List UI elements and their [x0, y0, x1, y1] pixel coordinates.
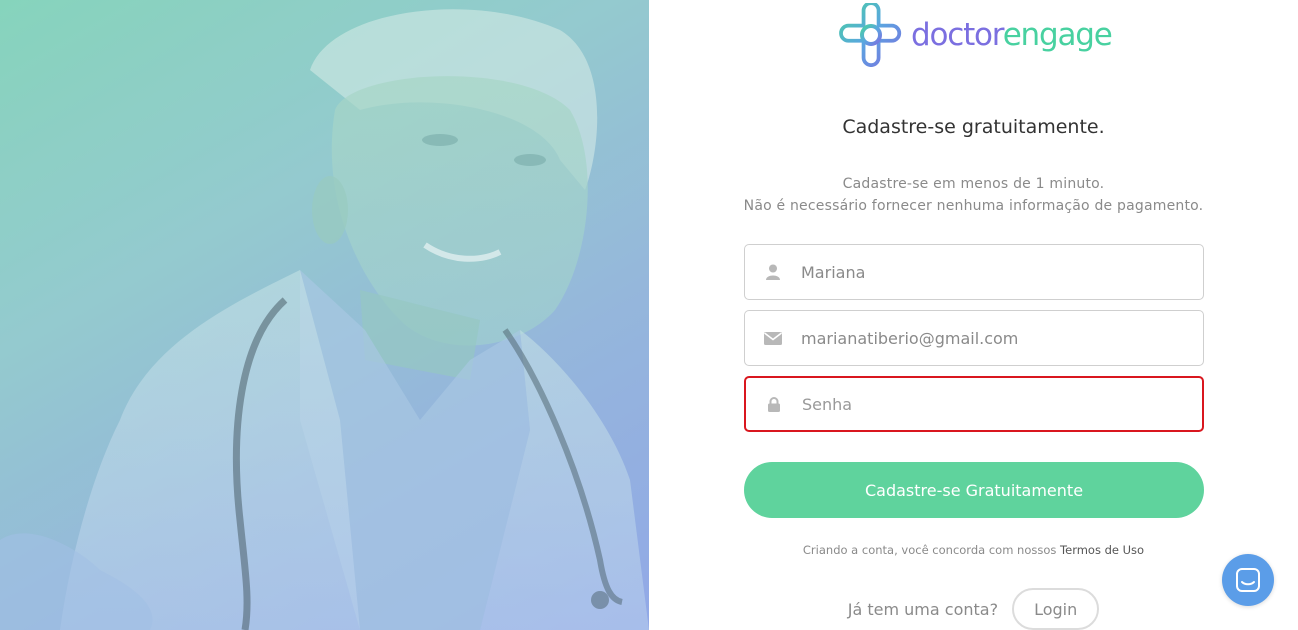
- hero-panel: [0, 0, 649, 630]
- subtitle-line-2: Não é necessário fornecer nenhuma inform…: [743, 198, 1204, 214]
- terms-notice: Criando a conta, você concorda com nosso…: [649, 543, 1298, 557]
- signup-form-panel: doctorengage Cadastre-se gratuitamente. …: [649, 0, 1298, 630]
- page-title: Cadastre-se gratuitamente.: [842, 116, 1105, 138]
- chat-icon: [1236, 568, 1260, 592]
- email-field[interactable]: [744, 310, 1204, 366]
- lock-icon: [746, 396, 802, 412]
- login-row: Já tem uma conta? Login: [649, 588, 1298, 630]
- brand-wordmark: doctorengage: [911, 16, 1113, 53]
- name-input[interactable]: [801, 262, 1181, 282]
- brand-name-part2: engage: [1002, 16, 1113, 53]
- terms-link[interactable]: Termos de Uso: [1060, 543, 1144, 557]
- user-icon: [745, 264, 801, 280]
- signup-page: doctorengage Cadastre-se gratuitamente. …: [0, 0, 1298, 630]
- password-field[interactable]: [744, 376, 1204, 432]
- signup-submit-button[interactable]: Cadastre-se Gratuitamente: [744, 462, 1204, 518]
- subtitle-line-1: Cadastre-se em menos de 1 minuto.: [842, 176, 1105, 192]
- password-input[interactable]: [802, 394, 1182, 414]
- chat-launcher-button[interactable]: [1222, 554, 1274, 606]
- name-field[interactable]: [744, 244, 1204, 300]
- doctor-photo: [0, 0, 649, 630]
- brand-logo[interactable]: doctorengage: [839, 2, 1113, 68]
- login-question: Já tem uma conta?: [847, 599, 999, 619]
- page-subtitle: Cadastre-se em menos de 1 minuto. Não é …: [649, 173, 1298, 217]
- email-input[interactable]: [801, 328, 1181, 348]
- envelope-icon: [745, 331, 801, 345]
- logo-cross-icon: [839, 3, 902, 67]
- brand-name-part1: doctor: [911, 16, 1004, 53]
- terms-text: Criando a conta, você concorda com nosso…: [802, 543, 1057, 557]
- login-button[interactable]: Login: [1012, 588, 1100, 630]
